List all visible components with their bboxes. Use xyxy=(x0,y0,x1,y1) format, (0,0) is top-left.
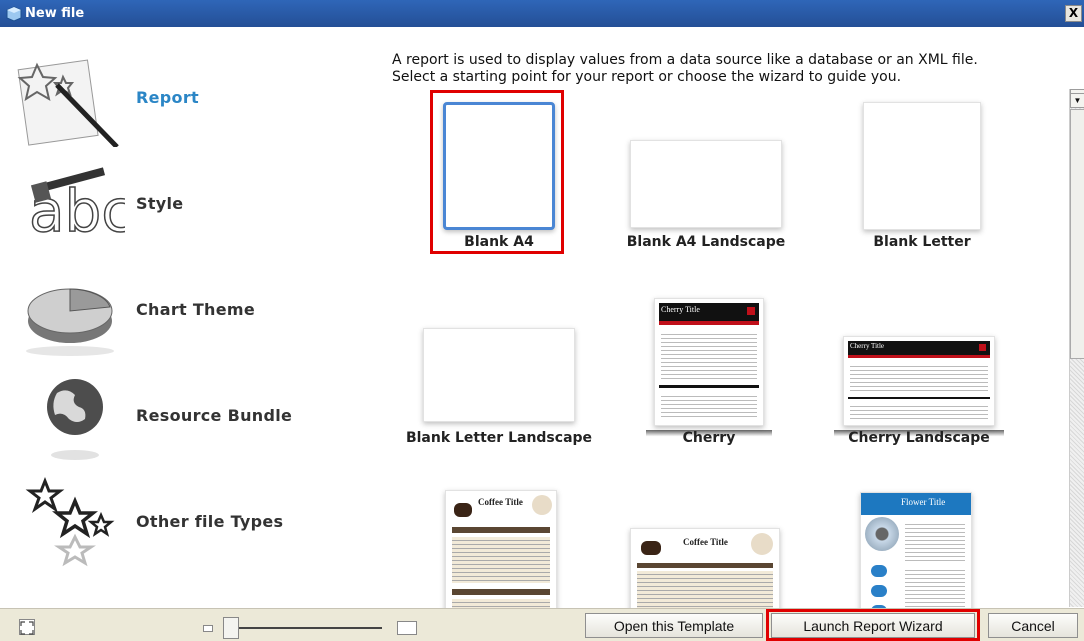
template-thumbnail xyxy=(863,102,981,230)
template-thumbnail xyxy=(630,140,782,228)
style-icon: abc xyxy=(10,153,130,253)
chevron-down-icon: ▼ xyxy=(1073,96,1082,105)
template-blank-a4-landscape[interactable]: Blank A4 Landscape xyxy=(618,136,794,250)
close-icon: X xyxy=(1068,6,1079,20)
template-name: Blank A4 Landscape xyxy=(626,234,786,250)
template-thumbnail: Cherry Title xyxy=(843,336,995,426)
stars-icon xyxy=(10,471,130,571)
intro-line: Select a starting point for your report … xyxy=(392,69,902,85)
template-thumbnail: Coffee Title xyxy=(445,490,557,608)
category-other-file-types[interactable]: Other file Types xyxy=(10,471,380,571)
template-coffee[interactable]: Coffee Title xyxy=(440,486,562,608)
window-title-bar: New file X xyxy=(0,0,1084,27)
expand-icon xyxy=(20,621,34,635)
template-blank-letter-landscape[interactable]: Blank Letter Landscape xyxy=(394,324,604,446)
scroll-thumb[interactable] xyxy=(1070,109,1084,359)
category-label: Resource Bundle xyxy=(136,405,293,425)
chart-theme-icon xyxy=(10,259,130,359)
zoom-slider-thumb[interactable] xyxy=(223,617,239,639)
template-coffee-landscape[interactable]: Coffee Title xyxy=(630,524,780,608)
intro-text: A report is used to display values from … xyxy=(392,52,1072,86)
intro-line: A report is used to display values from … xyxy=(392,52,978,68)
category-label: Other file Types xyxy=(136,511,284,531)
vertical-scrollbar[interactable]: ▲ ▼ xyxy=(1069,89,1084,607)
cube-icon xyxy=(6,5,22,22)
category-chart-theme[interactable]: Chart Theme xyxy=(10,259,380,359)
template-blank-letter[interactable]: Blank Letter xyxy=(856,98,988,250)
fit-to-window-button[interactable] xyxy=(19,619,35,635)
category-label: Report xyxy=(136,87,199,107)
open-template-button[interactable]: Open this Template xyxy=(585,613,763,638)
template-thumbnail: Cherry Title xyxy=(654,298,764,426)
category-label: Chart Theme xyxy=(136,299,256,319)
cancel-button[interactable]: Cancel xyxy=(988,613,1078,638)
button-label: Open this Template xyxy=(613,617,735,634)
thumb-title: Coffee Title xyxy=(683,537,728,547)
zoom-small-icon[interactable] xyxy=(203,625,213,632)
template-name: Cherry xyxy=(646,430,772,446)
template-thumbnail: Coffee Title xyxy=(630,528,780,608)
thumb-title: Flower Title xyxy=(901,497,946,507)
wizard-highlight xyxy=(766,609,980,641)
category-style[interactable]: abc Style xyxy=(10,153,380,253)
zoom-slider-track[interactable] xyxy=(230,627,382,629)
template-cherry-landscape[interactable]: Cherry Title Cherry Landscape xyxy=(834,332,1004,446)
button-label: Cancel xyxy=(1011,617,1055,634)
selection-highlight xyxy=(430,90,564,254)
scroll-down-button[interactable]: ▼ xyxy=(1070,93,1084,108)
category-report[interactable]: Report xyxy=(10,47,380,147)
template-flower[interactable]: Flower Title xyxy=(856,488,976,608)
template-thumbnail xyxy=(423,328,575,422)
template-name: Cherry Landscape xyxy=(834,430,1004,446)
category-resource-bundle[interactable]: Resource Bundle xyxy=(10,365,380,465)
close-button[interactable]: X xyxy=(1065,5,1082,22)
globe-icon xyxy=(10,365,130,465)
thumb-title: Cherry Title xyxy=(659,303,759,321)
template-cherry[interactable]: Cherry Title Cherry xyxy=(646,294,772,446)
template-name: Blank Letter Landscape xyxy=(405,430,593,446)
thumb-title: Coffee Title xyxy=(478,497,523,507)
report-icon xyxy=(10,47,130,147)
zoom-large-icon[interactable] xyxy=(397,621,417,635)
thumb-title: Cherry Title xyxy=(848,341,990,355)
template-name: Blank Letter xyxy=(873,234,971,250)
window-title: New file xyxy=(25,6,85,21)
template-thumbnail: Flower Title xyxy=(860,492,972,608)
category-sidebar: Report abc Style Chart Theme Resource Bu… xyxy=(10,32,380,602)
category-label: Style xyxy=(136,193,184,213)
